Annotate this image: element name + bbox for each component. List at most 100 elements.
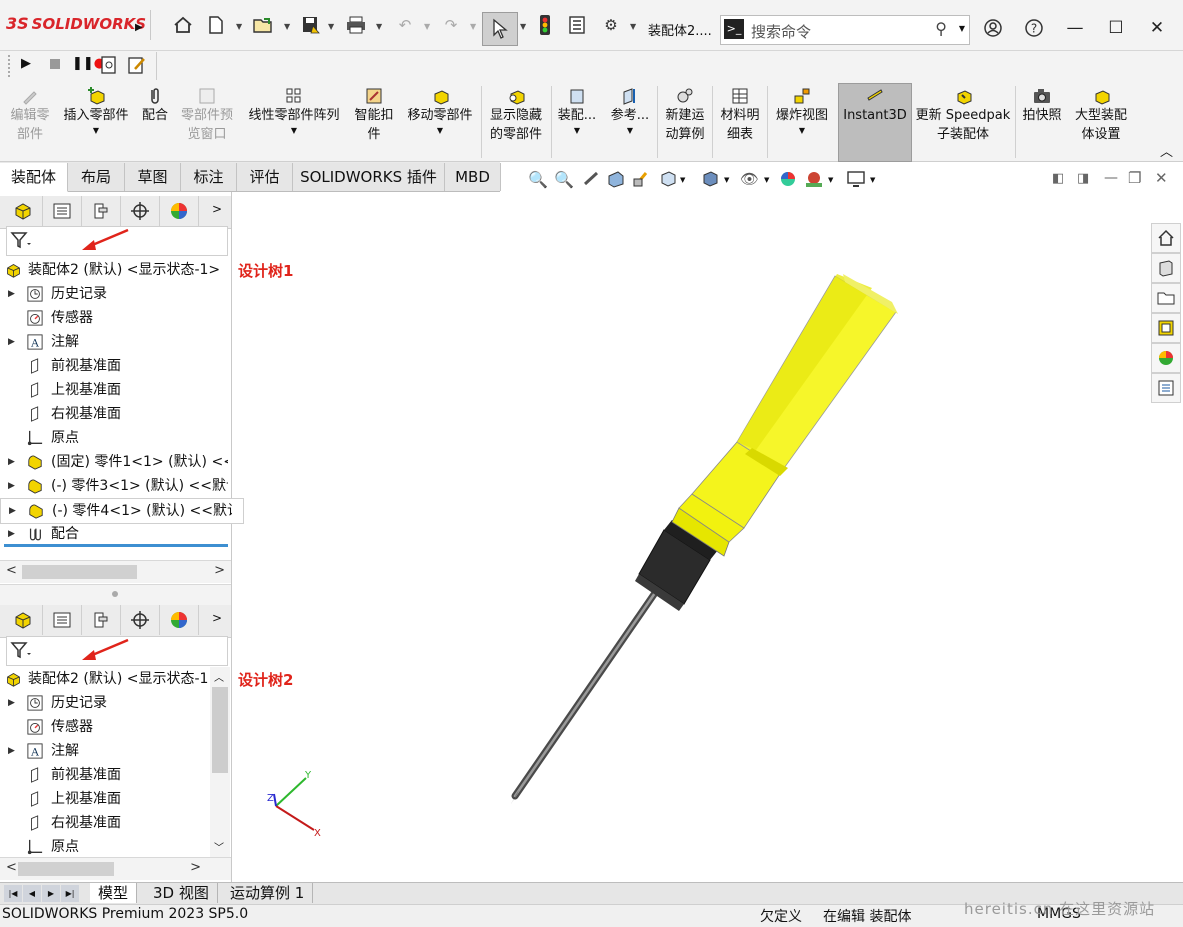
tree-item-sensors[interactable]: 传感器: [0, 715, 208, 739]
edit-component-button[interactable]: 编辑零 部件: [4, 84, 56, 144]
chevron-down-icon[interactable]: ▼: [470, 22, 476, 31]
zoom-to-fit-icon[interactable]: 🔍: [528, 170, 548, 189]
new-document-icon[interactable]: [205, 14, 227, 36]
minimize-doc-icon[interactable]: —: [1104, 170, 1118, 186]
expand-menu-icon[interactable]: ▶: [135, 22, 143, 33]
insert-component-button[interactable]: 插入零部件 ▼: [58, 84, 134, 137]
rollback-bar[interactable]: [4, 544, 228, 547]
new-motion-study-button[interactable]: 新建运 动算例: [660, 84, 710, 144]
tab-mbd[interactable]: MBD: [445, 163, 501, 191]
tree-item-top-plane[interactable]: 上视基准面: [0, 787, 208, 811]
configuration-manager-tab[interactable]: [82, 196, 121, 226]
chevron-down-icon[interactable]: ▼: [770, 125, 834, 137]
split-bar[interactable]: [0, 584, 231, 605]
rebuild-traffic-light-icon[interactable]: [534, 14, 556, 36]
chevron-down-icon[interactable]: ▼: [284, 22, 290, 31]
scroll-up-icon[interactable]: ︿: [214, 669, 224, 684]
tab-sketch[interactable]: 草图: [125, 163, 181, 191]
section-view-icon[interactable]: [606, 170, 626, 192]
maximize-window-button[interactable]: ☐: [1103, 15, 1129, 41]
chevron-down-icon[interactable]: ▼: [724, 176, 729, 184]
run-macro-icon[interactable]: ▶: [21, 56, 31, 71]
open-folder-icon[interactable]: [252, 14, 274, 36]
scroll-left-icon[interactable]: <: [6, 563, 17, 578]
take-snapshot-button[interactable]: 拍快照: [1018, 84, 1066, 125]
vertical-scrollbar-2[interactable]: ︿ ﹀: [210, 667, 230, 857]
file-explorer-icon[interactable]: [1151, 283, 1181, 313]
expand-arrow-icon[interactable]: ▶: [8, 450, 15, 474]
design-library-icon[interactable]: [1151, 253, 1181, 283]
scroll-thumb[interactable]: [212, 687, 228, 773]
view-orientation-icon[interactable]: [658, 170, 678, 192]
component-preview-button[interactable]: 零部件预 览窗口: [176, 84, 238, 144]
zoom-to-area-icon[interactable]: 🔍: [554, 170, 574, 189]
last-tab-icon[interactable]: ▶|: [61, 885, 79, 902]
new-macro-icon[interactable]: [100, 55, 118, 79]
chevron-down-icon[interactable]: ▼: [328, 22, 334, 31]
search-command-box[interactable]: >_ 搜索命令 ⚲ ▼: [720, 15, 970, 45]
restore-doc-icon[interactable]: ❐: [1128, 169, 1141, 187]
expand-arrow-icon[interactable]: ▶: [9, 499, 16, 523]
tree-item-origin[interactable]: 原点: [0, 835, 208, 859]
feature-manager-tab[interactable]: [4, 605, 43, 635]
scroll-left-icon[interactable]: <: [6, 860, 17, 875]
chevron-down-icon[interactable]: ▼: [376, 22, 382, 31]
user-account-icon[interactable]: [980, 15, 1006, 41]
chevron-right-icon[interactable]: >: [212, 611, 222, 625]
chevron-down-icon[interactable]: ▼: [606, 125, 654, 137]
appearances-scenes-icon[interactable]: [1151, 343, 1181, 373]
chevron-down-icon[interactable]: ▼: [554, 125, 600, 137]
graphics-viewport[interactable]: [232, 192, 1150, 882]
chevron-right-icon[interactable]: >: [212, 202, 222, 216]
chevron-down-icon[interactable]: ▼: [764, 176, 769, 184]
tab-markup[interactable]: 标注: [181, 163, 237, 191]
smart-fasteners-button[interactable]: 智能扣 件: [350, 84, 398, 144]
close-window-button[interactable]: ✕: [1144, 15, 1170, 41]
tab-motion-study[interactable]: 运动算例 1: [222, 883, 314, 903]
move-component-button[interactable]: 移动零部件 ▼: [402, 84, 478, 137]
expand-arrow-icon[interactable]: ▶: [8, 282, 15, 306]
chevron-down-icon[interactable]: ▼: [402, 125, 478, 137]
expand-arrow-icon[interactable]: ▶: [8, 739, 15, 763]
property-manager-tab[interactable]: [43, 605, 82, 635]
solidworks-resources-icon[interactable]: [1151, 223, 1181, 253]
screwdriver-handle[interactable]: [671, 274, 898, 557]
select-tool-button[interactable]: [482, 12, 518, 46]
tree-item-annotations[interactable]: ▶ A 注解: [0, 330, 228, 354]
splitter-handle-icon[interactable]: [112, 591, 118, 597]
tree-item-history[interactable]: ▶ 历史记录: [0, 282, 228, 306]
chevron-down-icon[interactable]: ▼: [424, 22, 430, 31]
tree-item-annotations[interactable]: ▶ A 注解: [0, 739, 208, 763]
save-icon[interactable]: [300, 14, 322, 36]
chevron-down-icon[interactable]: ▼: [630, 22, 636, 31]
apply-scene-icon[interactable]: [804, 170, 824, 192]
edit-appearance-icon[interactable]: [778, 170, 798, 192]
feature-manager-tab[interactable]: [4, 196, 43, 226]
tree-item-sensors[interactable]: 传感器: [0, 306, 228, 330]
help-icon[interactable]: ?: [1021, 15, 1047, 41]
view-right-arrow-icon[interactable]: ◨: [1077, 171, 1089, 186]
display-manager-tab[interactable]: [160, 605, 199, 635]
view-settings-icon[interactable]: [846, 170, 866, 192]
scroll-down-icon[interactable]: ﹀: [214, 839, 224, 854]
view-left-arrow-icon[interactable]: ◧: [1052, 171, 1064, 186]
tree-item-part4[interactable]: ▶ (-) 零件4<1> (默认) <<默认>_显示状态 1>: [0, 498, 244, 524]
tab-evaluate[interactable]: 评估: [237, 163, 293, 191]
chevron-down-icon[interactable]: ▼: [242, 125, 346, 137]
tree-item-origin[interactable]: 原点: [0, 426, 228, 450]
expand-arrow-icon[interactable]: ▶: [8, 691, 15, 715]
exploded-view-button[interactable]: 爆炸视图 ▼: [770, 84, 834, 137]
configuration-manager-tab[interactable]: [82, 605, 121, 635]
tree-item-top-plane[interactable]: 上视基准面: [0, 378, 228, 402]
assembly-features-button[interactable]: 装配... ▼: [554, 84, 600, 137]
view-palette-icon[interactable]: [1151, 313, 1181, 343]
tab-3d-views[interactable]: 3D 视图: [145, 883, 218, 903]
tree-item-part3[interactable]: ▶ (-) 零件3<1> (默认) <<默认>_显示状态 1>: [0, 474, 228, 498]
hide-show-items-icon[interactable]: 👁: [740, 170, 759, 188]
tree-item-part1[interactable]: ▶ (固定) 零件1<1> (默认) <<默认>_显示状态 1>: [0, 450, 228, 474]
tree-item-right-plane[interactable]: 右视基准面: [0, 811, 208, 835]
tree-item-right-plane[interactable]: 右视基准面: [0, 402, 228, 426]
tree-root-item[interactable]: 装配体2 (默认) <显示状态-1>: [0, 258, 228, 282]
next-tab-icon[interactable]: ▶: [42, 885, 60, 902]
scroll-thumb[interactable]: [18, 862, 114, 876]
